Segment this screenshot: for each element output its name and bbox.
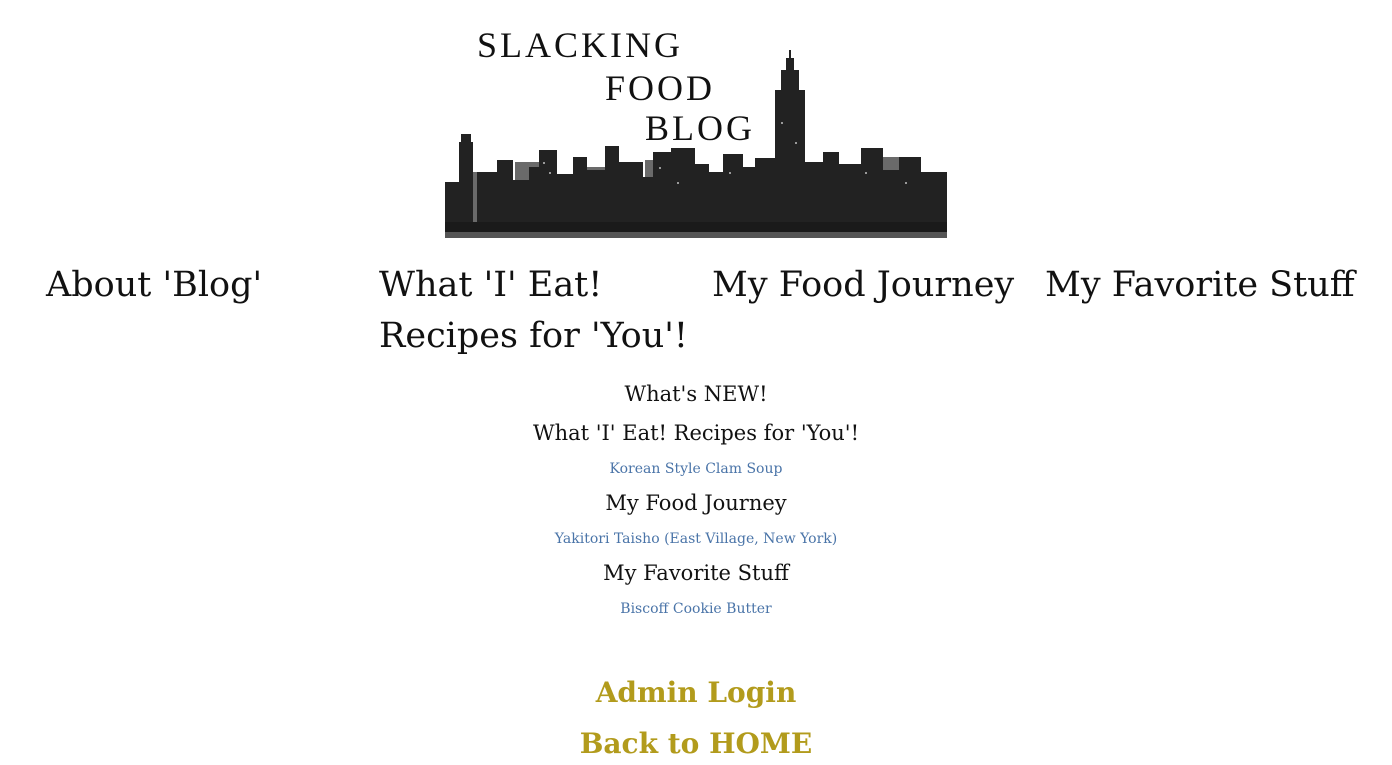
site-logo[interactable]: SLACKING FOOD BLOG (445, 22, 947, 238)
post-link-biscoff[interactable]: Biscoff Cookie Butter (620, 602, 771, 616)
nav-link-food-journey[interactable]: My Food Journey (712, 268, 1014, 303)
nav-link-recipes-for-you[interactable]: Recipes for 'You'! (379, 319, 688, 354)
whats-new-heading: What's NEW! (624, 382, 768, 406)
whats-new-section: What's NEW! What 'I' Eat! Recipes for 'Y… (0, 384, 1392, 617)
back-home-link[interactable]: Back to HOME (0, 730, 1392, 758)
nav-link-about[interactable]: About 'Blog' (46, 268, 262, 303)
nav-link-what-i-eat[interactable]: What 'I' Eat! (379, 268, 602, 303)
post-link-clam-soup[interactable]: Korean Style Clam Soup (610, 462, 783, 476)
post-link-yakitori-taisho[interactable]: Yakitori Taisho (East Village, New York) (555, 532, 837, 546)
section-heading-recipes: What 'I' Eat! Recipes for 'You'! (532, 421, 860, 445)
page: SLACKING FOOD BLOG About 'Blog' What 'I'… (0, 0, 1392, 765)
section-heading-favorite-stuff: My Favorite Stuff (603, 561, 789, 585)
section-heading-food-journey: My Food Journey (605, 491, 787, 515)
admin-login-link[interactable]: Admin Login (0, 679, 1392, 707)
logo-text-food: FOOD (605, 68, 716, 108)
logo-text-blog: BLOG (645, 108, 755, 148)
nav-link-favorite-stuff[interactable]: My Favorite Stuff (1045, 268, 1355, 303)
logo-text-slacking: SLACKING (477, 25, 684, 65)
